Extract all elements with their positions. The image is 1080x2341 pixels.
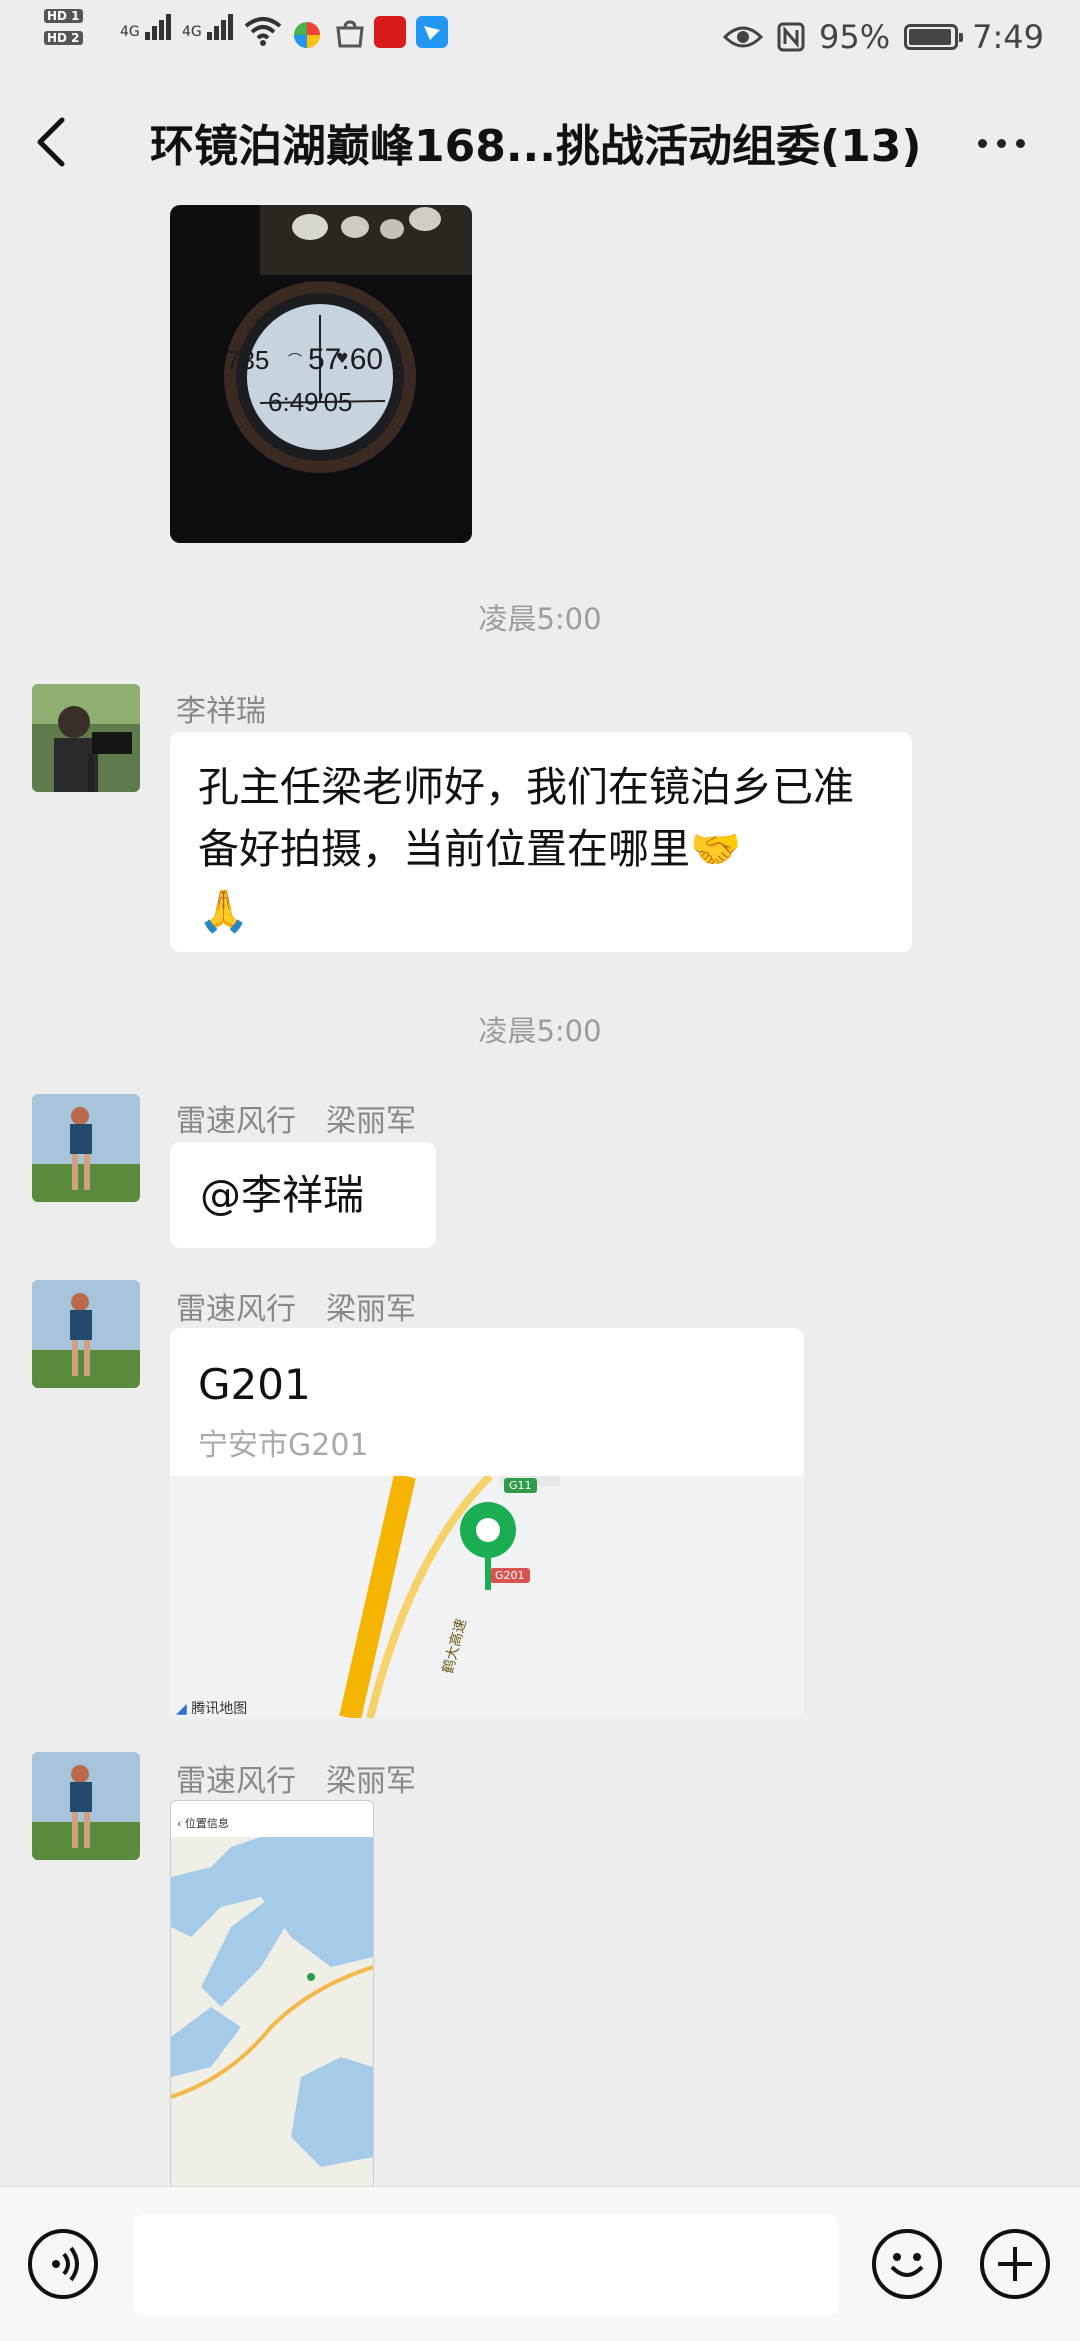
map-screenshot[interactable]: ‹ 位置信息 [170, 1800, 374, 2188]
watch-value-1: 735 [226, 345, 270, 375]
app-icon-blue [416, 16, 448, 48]
watch-value-2: 57.60 [308, 343, 384, 376]
sender-name: 雷速风行 梁丽军 [176, 1292, 416, 1327]
map-attribution: ◢ 腾讯地图 [176, 1701, 248, 1717]
eye-icon [723, 26, 764, 48]
status-right: 95% 7:49 [723, 12, 1044, 62]
back-arrow-icon[interactable] [30, 112, 74, 172]
screenshot-back-icon: ‹ [177, 1817, 182, 1830]
road-sign-g11: G11 [504, 1478, 537, 1493]
battery-icon [904, 24, 964, 50]
wifi-icon [244, 17, 282, 46]
clock: 7:49 [972, 18, 1044, 56]
signal-icon-2: 4G [182, 14, 235, 40]
sender-name: 雷速风行 梁丽军 [176, 1104, 416, 1139]
message-input[interactable] [134, 2215, 838, 2315]
location-card[interactable]: G201 宁安市G201 G11 G201 鹤大高速 ◢ 腾讯地图 [170, 1328, 804, 1718]
handshake-emoji: 🤝 [690, 825, 742, 873]
sender-name: 李祥瑞 [176, 694, 266, 729]
status-bar: HD 1 HD 2 4G 4G 95% 7:49 [0, 0, 1080, 76]
avatar-leisu-fengxing[interactable] [32, 1094, 140, 1202]
watch-photo[interactable]: ⌒ ♥ 735 57.60 6:49'05 [170, 205, 472, 543]
chat-title: 环镜泊湖巅峰168...挑战活动组委(13) [150, 121, 922, 172]
avatar-leisu-fengxing[interactable] [32, 1752, 140, 1860]
battery-percent: 95% [819, 18, 891, 56]
avatar-li-xiangrui[interactable] [32, 684, 140, 792]
nfc-icon [777, 22, 805, 52]
input-bar [0, 2186, 1080, 2341]
map-pin-icon [460, 1502, 516, 1590]
emoji-icon[interactable] [872, 2229, 942, 2299]
app-icon-red [374, 16, 406, 48]
map-preview[interactable]: G11 G201 鹤大高速 ◢ 腾讯地图 [170, 1473, 804, 1718]
signal-icon-1: 4G [120, 14, 173, 40]
hd-indicator-2: HD 2 [44, 30, 87, 46]
location-title: G201 [198, 1360, 311, 1409]
app-icon-colorful [294, 22, 320, 48]
timestamp: 凌晨5:00 [478, 1014, 602, 1048]
timestamp: 凌晨5:00 [478, 602, 602, 636]
location-subtitle: 宁安市G201 [198, 1428, 369, 1463]
bag-icon [336, 20, 364, 48]
message-bubble[interactable]: 孔主任梁老师好，我们在镜泊乡已准备好拍摄，当前位置在哪里🤝 🙏 [170, 732, 912, 952]
pray-emoji: 🙏 [198, 887, 250, 935]
voice-input-icon[interactable] [28, 2229, 98, 2299]
message-text: @李祥瑞 [200, 1171, 364, 1219]
sender-name: 雷速风行 梁丽军 [176, 1764, 416, 1799]
avatar-leisu-fengxing[interactable] [32, 1280, 140, 1388]
screenshot-header: ‹ 位置信息 [177, 1817, 229, 1830]
message-bubble[interactable]: @李祥瑞 [170, 1142, 436, 1248]
svg-text:⌒: ⌒ [288, 353, 302, 369]
more-options-icon[interactable] [978, 128, 1034, 158]
message-text: 孔主任梁老师好，我们在镜泊乡已准备好拍摄，当前位置在哪里 [198, 763, 854, 873]
watch-value-3: 6:49'05 [268, 387, 353, 417]
hd-indicator-1: HD 1 [44, 8, 87, 24]
tencent-map-logo-icon: ◢ [176, 1701, 187, 1717]
plus-icon[interactable] [980, 2229, 1050, 2299]
